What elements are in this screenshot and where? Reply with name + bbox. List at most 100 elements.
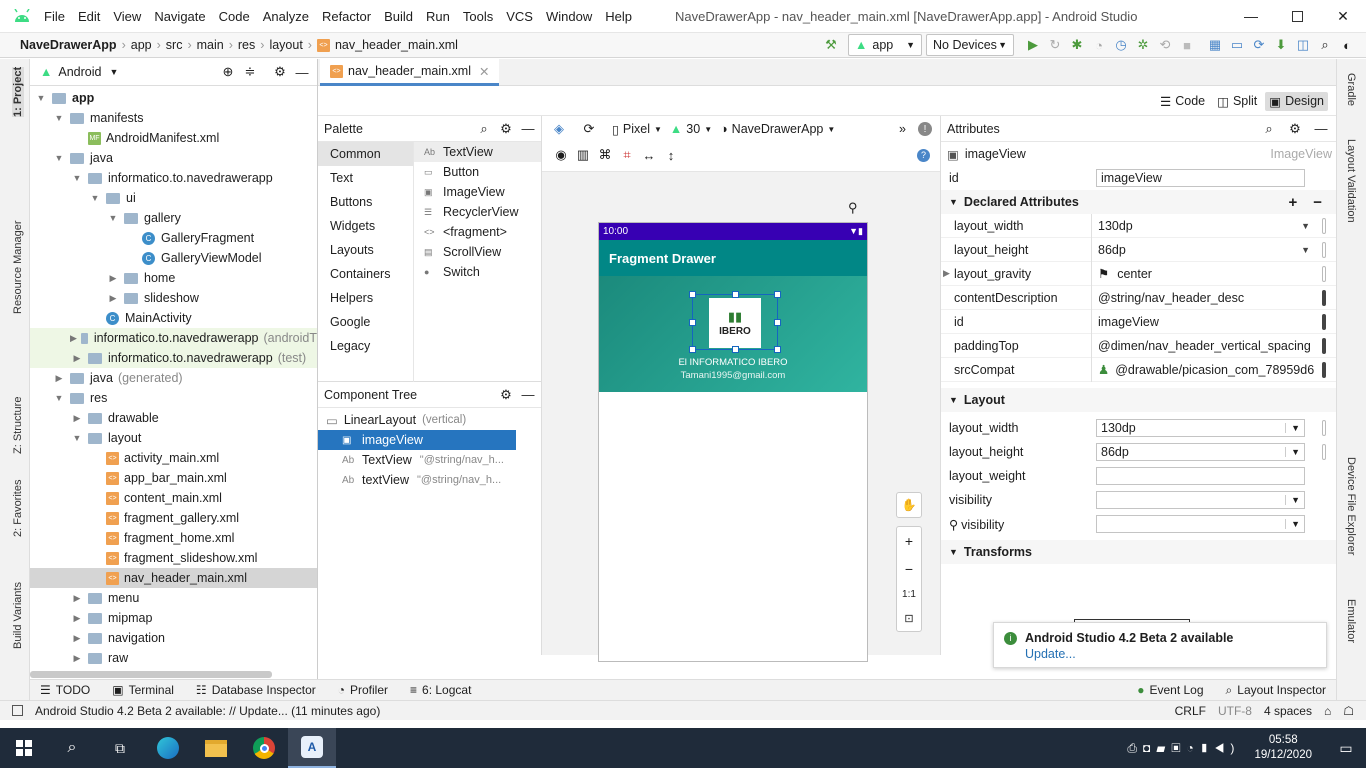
attach-debugger-icon[interactable]: ✲ bbox=[1132, 34, 1154, 56]
project-view-select[interactable]: Android bbox=[58, 65, 101, 79]
chevron-down-icon[interactable]: ▼ bbox=[1285, 495, 1300, 505]
code-mode-button[interactable]: Code bbox=[1175, 94, 1205, 108]
api-level-select[interactable]: 30 bbox=[686, 122, 700, 136]
tree-item[interactable]: <> content_main.xml bbox=[30, 488, 317, 508]
tree-item[interactable]: ▼ res bbox=[30, 388, 317, 408]
palette-category-legacy[interactable]: Legacy bbox=[318, 334, 413, 358]
palette-category-google[interactable]: Google bbox=[318, 310, 413, 334]
attribute-value-field[interactable]: 86dp ▼ bbox=[1096, 443, 1305, 461]
resize-handle[interactable] bbox=[774, 346, 781, 353]
breadcrumb-item[interactable]: main bbox=[197, 38, 224, 52]
profile-icon[interactable]: ◷ bbox=[1110, 34, 1132, 56]
tab-favorites[interactable]: 2: Favorites bbox=[12, 480, 24, 537]
tab-build-variants[interactable]: Build Variants bbox=[12, 582, 24, 649]
chevron-right-icon[interactable]: ▶ bbox=[106, 293, 120, 304]
search-icon[interactable]: ⌕ bbox=[473, 118, 495, 140]
more-icon[interactable]: » bbox=[899, 122, 906, 136]
tree-item[interactable]: <> fragment_gallery.xml bbox=[30, 508, 317, 528]
clock[interactable]: 05:58 19/12/2020 bbox=[1254, 733, 1312, 763]
coverage-icon[interactable]: ◔ bbox=[1088, 34, 1110, 56]
help-icon[interactable]: ? bbox=[917, 148, 930, 162]
resize-handle[interactable] bbox=[689, 346, 696, 353]
line-separator[interactable]: CRLF bbox=[1175, 704, 1206, 718]
remove-attribute-icon[interactable]: − bbox=[1313, 194, 1322, 211]
terminal-tool[interactable]: ▣ Terminal bbox=[112, 683, 174, 697]
event-log-tool[interactable]: ● Event Log bbox=[1137, 683, 1203, 697]
debug-icon[interactable]: ✱ bbox=[1066, 34, 1088, 56]
tree-node-imageview[interactable]: ▣ imageView bbox=[318, 430, 516, 450]
tree-item[interactable]: ▶ drawable bbox=[30, 408, 317, 428]
attribute-value-field[interactable]: imageView bbox=[1091, 309, 1336, 334]
chevron-right-icon[interactable]: ▶ bbox=[943, 268, 950, 279]
tree-item[interactable]: ▼ layout bbox=[30, 428, 317, 448]
layout-inspector-tool[interactable]: ⌕ Layout Inspector bbox=[1226, 683, 1326, 698]
rerun-icon[interactable]: ↻ bbox=[1044, 34, 1066, 56]
menu-refactor[interactable]: Refactor bbox=[322, 9, 371, 24]
tab-layout-validation[interactable]: Layout Validation bbox=[1345, 139, 1357, 223]
tree-item[interactable]: <> fragment_slideshow.xml bbox=[30, 548, 317, 568]
chevron-down-icon[interactable]: ▼ bbox=[52, 393, 66, 403]
status-message[interactable]: Android Studio 4.2 Beta 2 available: // … bbox=[35, 704, 380, 718]
chevron-right-icon[interactable]: ▶ bbox=[106, 273, 120, 284]
attribute-value-field[interactable]: @dimen/nav_header_vertical_spacing bbox=[1091, 333, 1336, 358]
notifications-icon[interactable]: ▭ bbox=[1326, 740, 1366, 757]
theme-select[interactable]: NaveDrawerApp bbox=[732, 122, 824, 136]
palette-category-layouts[interactable]: Layouts bbox=[318, 238, 413, 262]
attribute-value-field[interactable] bbox=[1096, 467, 1305, 485]
tree-item[interactable]: ▼ app bbox=[30, 88, 317, 108]
search-icon[interactable]: ⌕ bbox=[1258, 118, 1280, 140]
resize-handle[interactable] bbox=[774, 319, 781, 326]
zoom-in-icon[interactable]: + bbox=[905, 533, 913, 549]
add-attribute-icon[interactable]: + bbox=[1288, 194, 1297, 211]
palette-category-common[interactable]: Common bbox=[318, 142, 413, 166]
preview-title-text[interactable]: El INFORMATICO IBERO bbox=[599, 357, 867, 368]
design-surface[interactable]: ⚲ 10:00 ▼▮ Fragment Drawer ▮▮ IBERO El I… bbox=[542, 172, 940, 662]
tree-item[interactable]: C GalleryViewModel bbox=[30, 248, 317, 268]
avd-manager-icon[interactable]: ▭ bbox=[1226, 34, 1248, 56]
chevron-right-icon[interactable]: ▶ bbox=[70, 633, 84, 644]
tree-item[interactable]: ▶ slideshow bbox=[30, 288, 317, 308]
account-icon[interactable]: ◐ bbox=[1336, 34, 1358, 56]
layout-section[interactable]: ▼ Layout bbox=[941, 388, 1336, 412]
tree-item[interactable]: <> activity_main.xml bbox=[30, 448, 317, 468]
clear-constraints-icon[interactable]: ⌗ bbox=[616, 144, 638, 166]
breadcrumb-item[interactable]: layout bbox=[269, 38, 302, 52]
attribute-value-field[interactable]: ▼ bbox=[1096, 515, 1305, 533]
attribute-value-field[interactable]: 130dp ▼ bbox=[1096, 419, 1305, 437]
zoom-out-icon[interactable]: − bbox=[905, 561, 913, 577]
menu-window[interactable]: Window bbox=[546, 9, 592, 24]
chrome-icon[interactable] bbox=[240, 737, 288, 759]
close-window-button[interactable]: ✕ bbox=[1320, 0, 1366, 32]
breadcrumb-item[interactable]: app bbox=[131, 38, 152, 52]
hide-panel-icon[interactable]: — bbox=[291, 61, 313, 83]
tree-item[interactable]: ▼ informatico.to.navedrawerapp bbox=[30, 168, 317, 188]
attribute-value-field[interactable]: 86dp bbox=[1091, 237, 1336, 262]
event-icon[interactable]: ☖ bbox=[1343, 704, 1354, 718]
search-icon[interactable]: ⌕ bbox=[48, 739, 96, 757]
zoom-fit-icon[interactable]: ⊡ bbox=[904, 612, 913, 625]
attribute-value-field[interactable]: ♟ @drawable/picasion_com_78959d6 bbox=[1091, 357, 1336, 382]
pan-button[interactable]: ✋ bbox=[896, 492, 922, 518]
menu-vcs[interactable]: VCS bbox=[506, 9, 533, 24]
breadcrumb-item[interactable]: res bbox=[238, 38, 255, 52]
palette-item[interactable]: ▣ ImageView bbox=[414, 182, 541, 202]
breadcrumb-item[interactable]: src bbox=[166, 38, 183, 52]
file-encoding[interactable]: UTF-8 bbox=[1218, 704, 1252, 718]
attribute-value-field[interactable]: 130dp bbox=[1091, 213, 1336, 238]
project-structure-icon[interactable]: ▦ bbox=[1204, 34, 1226, 56]
attribute-value-field[interactable]: @string/nav_header_desc bbox=[1091, 285, 1336, 310]
menu-view[interactable]: View bbox=[113, 9, 141, 24]
locate-icon[interactable]: ⊕ bbox=[217, 61, 239, 83]
tree-item[interactable]: <> fragment_home.xml bbox=[30, 528, 317, 548]
tree-node-linearlayout[interactable]: ▭ LinearLayout (vertical) bbox=[318, 410, 516, 430]
chevron-down-icon[interactable]: ▼ bbox=[52, 153, 66, 163]
hide-panel-icon[interactable]: — bbox=[517, 118, 539, 140]
preview-email-text[interactable]: Tamani1995@gmail.com bbox=[599, 370, 867, 381]
tab-structure[interactable]: Z: Structure bbox=[12, 397, 24, 454]
tree-item[interactable]: ▶ java (generated) bbox=[30, 368, 317, 388]
windows-start-icon[interactable] bbox=[0, 740, 48, 756]
orientation-icon[interactable]: ⟳ bbox=[578, 118, 600, 140]
chevron-down-icon[interactable]: ▼ bbox=[1301, 245, 1310, 255]
chevron-right-icon[interactable]: ▶ bbox=[52, 373, 66, 384]
device-select[interactable]: No Devices ▼ bbox=[926, 34, 1014, 56]
